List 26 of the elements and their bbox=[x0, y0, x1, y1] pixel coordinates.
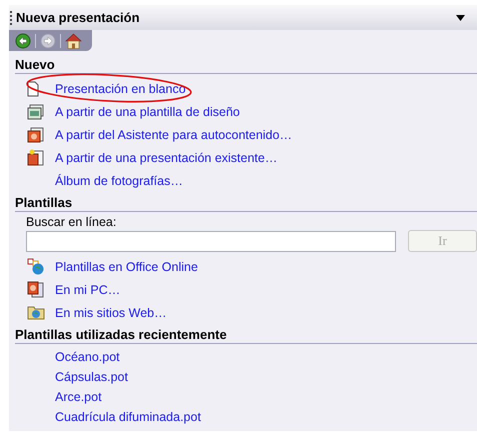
web-folder-icon bbox=[27, 305, 45, 320]
section-heading: Plantillas utilizadas recientemente bbox=[15, 327, 477, 344]
document-stack-icon bbox=[27, 281, 44, 298]
search-label: Buscar en línea: bbox=[26, 215, 118, 229]
task-link[interactable]: Álbum de fotografías… bbox=[55, 174, 183, 188]
globe-templates-icon bbox=[27, 258, 45, 275]
dropdown-icon[interactable] bbox=[456, 14, 465, 20]
back-icon[interactable] bbox=[15, 32, 31, 48]
task-link[interactable]: En mi PC… bbox=[55, 282, 120, 296]
task-link[interactable]: Arce.pot bbox=[55, 390, 102, 404]
wizard-document-icon bbox=[27, 126, 44, 142]
task-link[interactable]: Plantillas en Office Online bbox=[55, 260, 198, 274]
task-link[interactable]: Cápsulas.pot bbox=[55, 370, 128, 384]
template-document-icon bbox=[27, 104, 44, 120]
home-icon[interactable] bbox=[65, 32, 82, 48]
task-link[interactable]: A partir de una plantilla de diseño bbox=[55, 104, 240, 118]
existing-document-icon bbox=[27, 149, 44, 166]
task-link[interactable]: A partir de una presentación existente… bbox=[55, 150, 278, 164]
task-link[interactable]: Cuadrícula difuminada.pot bbox=[55, 410, 201, 424]
window-title: Nueva presentación bbox=[16, 10, 141, 25]
task-link[interactable]: A partir del Asistente para autocontenido… bbox=[55, 128, 292, 142]
task-link[interactable]: En mis sitios Web… bbox=[55, 306, 167, 320]
task-link[interactable]: Océano.pot bbox=[55, 350, 120, 364]
section-heading: Nuevo bbox=[15, 57, 477, 74]
search-field[interactable] bbox=[26, 230, 396, 252]
section-heading: Plantillas bbox=[15, 195, 477, 212]
